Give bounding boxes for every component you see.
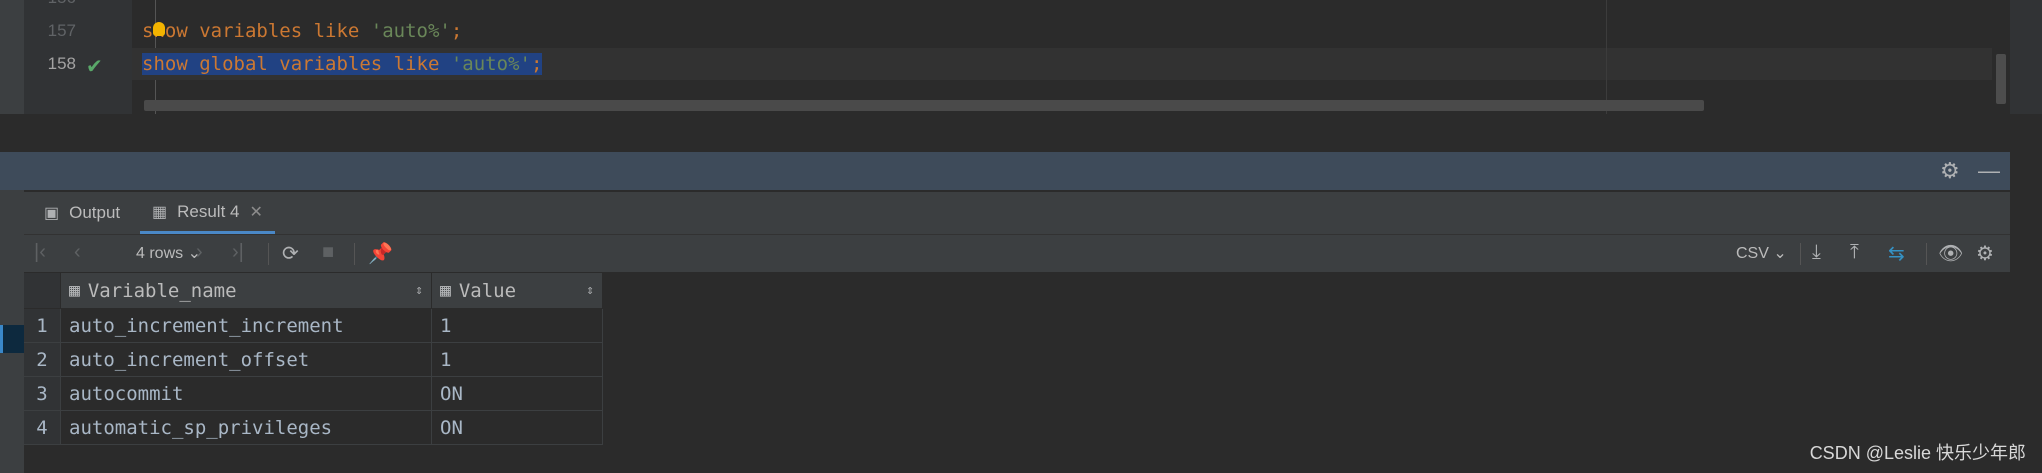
row-number: 2 — [24, 342, 61, 377]
close-icon[interactable]: ✕ — [250, 202, 263, 222]
view-icon[interactable]: 👁 — [1938, 241, 1963, 266]
next-page-icon[interactable]: › — [196, 241, 203, 264]
services-panel-header: ⚙ — — [0, 152, 2010, 190]
table-row[interactable]: 2 auto_increment_offset 1 — [24, 342, 603, 377]
table-icon: ▦ — [152, 203, 168, 221]
previous-page-icon[interactable]: ‹ — [74, 241, 81, 264]
cell-value[interactable]: 1 — [431, 308, 603, 343]
first-page-icon[interactable]: |‹ — [34, 241, 46, 264]
checkmark-icon: ✔ — [86, 56, 103, 78]
watermark: CSDN @Leslie 快乐少年郎 — [1809, 443, 2026, 463]
vertical-scrollbar[interactable] — [1996, 54, 2006, 104]
export-format-dropdown[interactable]: CSV ⌄ — [1736, 243, 1787, 263]
result-grid: ▦ Variable_name ⇕ ▦ Value ⇕ 1 auto_increment… — [24, 273, 2010, 473]
column-header-value[interactable]: ▦ Value ⇕ — [431, 273, 603, 309]
line-number-157: 157 — [47, 21, 76, 40]
rows-count-label: 4 rows — [136, 245, 184, 262]
line-number: 156 — [24, 0, 76, 8]
column-header-variable-name[interactable]: ▦ Variable_name ⇕ — [60, 273, 432, 309]
refresh-icon[interactable]: ⟳ — [282, 241, 299, 266]
pin-icon[interactable]: 📌 — [368, 241, 393, 266]
lightbulb-icon[interactable] — [153, 22, 165, 36]
code-line-158[interactable]: show global variables like 'auto%'; — [142, 53, 543, 75]
sort-icon[interactable]: ⇕ — [586, 283, 594, 298]
settings-icon[interactable]: ⚙ — [1976, 241, 1994, 266]
compare-icon[interactable]: ⇆ — [1888, 241, 1905, 266]
cell-value[interactable]: 1 — [431, 342, 603, 377]
editor-gutter: 156 157 158 ✔ — [24, 0, 132, 114]
tab-output-label: Output — [69, 203, 121, 222]
result-tabs: ▣ Output ▦ Result 4 ✕ — [24, 192, 2010, 235]
cell-value[interactable]: ON — [431, 410, 603, 445]
left-strip-selected-tab[interactable] — [0, 325, 24, 353]
cell-variable-name[interactable]: auto_increment_increment — [60, 308, 432, 343]
column-header-label: Variable_name — [87, 279, 237, 302]
table-row[interactable]: 1 auto_increment_increment 1 — [24, 308, 603, 343]
sort-icon[interactable]: ⇕ — [415, 283, 423, 298]
row-number-header — [24, 273, 61, 309]
result-table: ▦ Variable_name ⇕ ▦ Value ⇕ 1 auto_increment… — [24, 273, 603, 445]
row-number: 4 — [24, 410, 61, 445]
result-toolbar: |‹ ‹ 4 rows ⌄ › ›| ⟳ ■ 📌 CSV ⌄ ⤓ ⤒ ⇆ 👁 ⚙ — [24, 235, 2010, 273]
right-margin-guide — [1606, 0, 1607, 114]
table-row[interactable]: 4 automatic_sp_privileges ON — [24, 410, 603, 445]
download-icon[interactable]: ⤓ — [1812, 241, 1821, 264]
table-row[interactable]: 3 autocommit ON — [24, 376, 603, 411]
last-page-icon[interactable]: ›| — [232, 241, 244, 264]
minimize-icon[interactable]: — — [1978, 158, 2000, 184]
upload-icon[interactable]: ⤒ — [1850, 241, 1859, 264]
cell-value[interactable]: ON — [431, 376, 603, 411]
tab-result-4[interactable]: ▦ Result 4 ✕ — [140, 192, 275, 234]
row-number: 1 — [24, 308, 61, 343]
line-number-158: 158 — [47, 54, 76, 73]
column-icon: ▦ — [69, 280, 80, 301]
column-header-label: Value — [458, 279, 517, 302]
cell-variable-name[interactable]: auto_increment_offset — [60, 342, 432, 377]
tab-output[interactable]: ▣ Output — [32, 192, 132, 234]
sql-editor[interactable]: 156 157 158 ✔ show variables like 'auto%… — [24, 0, 2010, 114]
rows-count-dropdown[interactable]: 4 rows ⌄ — [136, 243, 201, 263]
cell-variable-name[interactable]: automatic_sp_privileges — [60, 410, 432, 445]
column-icon: ▦ — [440, 280, 451, 301]
left-tool-strip — [0, 0, 24, 473]
gear-icon[interactable]: ⚙ — [1940, 158, 1960, 184]
stop-icon[interactable]: ■ — [322, 241, 334, 264]
splitter[interactable] — [0, 114, 2010, 152]
tab-result-4-label: Result 4 — [177, 201, 240, 221]
output-icon: ▣ — [44, 205, 60, 222]
horizontal-scrollbar[interactable] — [144, 100, 1704, 111]
row-number: 3 — [24, 376, 61, 411]
export-format-label: CSV — [1736, 245, 1769, 262]
code-line-157[interactable]: show variables like 'auto%'; — [142, 20, 462, 42]
cell-variable-name[interactable]: autocommit — [60, 376, 432, 411]
